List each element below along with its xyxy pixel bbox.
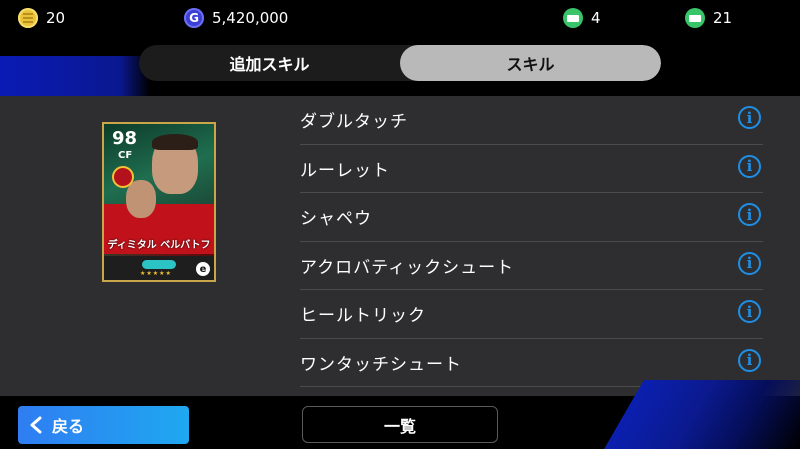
skill-label: アクロバティックシュート	[300, 257, 515, 278]
gp-counter: G 5,420,000	[184, 7, 288, 29]
ticket-a-counter: 4	[563, 7, 601, 29]
gp-icon: G	[184, 8, 204, 28]
skill-tabs: 追加スキル スキル	[139, 45, 661, 81]
info-icon[interactable]: i	[738, 251, 761, 275]
skill-list: ダブルタッチ i ルーレット i シャペウ i アクロバティックシュート i ヒ…	[300, 96, 763, 396]
player-position: CF	[118, 150, 133, 161]
card-stars: ★★★★★	[140, 270, 172, 277]
skill-label: シャペウ	[300, 209, 372, 230]
background-stripe-bottom	[560, 380, 800, 449]
skill-row[interactable]: ルーレット i	[300, 145, 763, 193]
skill-row[interactable]: シャペウ i	[300, 193, 763, 242]
brand-logo-icon: e	[196, 262, 210, 276]
chevron-left-icon	[26, 415, 46, 435]
ticket-icon	[563, 8, 583, 28]
gp-value: 5,420,000	[212, 9, 289, 27]
coin-icon	[18, 8, 38, 28]
back-button-label: 戻る	[52, 417, 85, 436]
ticket-b-counter: 21	[685, 7, 732, 29]
tab-skills[interactable]: スキル	[400, 45, 661, 81]
player-card[interactable]: 98 CF ディミタル ベルバトフ ★★★★★ e	[102, 122, 216, 282]
list-button[interactable]: 一覧	[302, 406, 498, 443]
info-icon[interactable]: i	[738, 348, 761, 372]
skill-row[interactable]: ヒールトリック i	[300, 290, 763, 339]
skills-panel: 98 CF ディミタル ベルバトフ ★★★★★ e ダブルタッチ i ルーレット…	[0, 96, 800, 396]
coin-value: 20	[46, 9, 66, 27]
info-icon[interactable]: i	[738, 203, 761, 226]
ticket-b-value: 21	[713, 9, 733, 27]
skill-row[interactable]: アクロバティックシュート i	[300, 242, 763, 290]
ticket-icon	[685, 8, 705, 28]
skill-label: ワンタッチシュート	[300, 354, 462, 375]
skill-row[interactable]: ダブルタッチ i	[300, 96, 763, 145]
ticket-a-value: 4	[591, 9, 601, 27]
player-rating: 98	[112, 128, 138, 149]
skill-label: ヒールトリック	[300, 306, 426, 327]
info-icon[interactable]: i	[738, 154, 761, 178]
info-icon[interactable]: i	[738, 106, 761, 129]
player-portrait-hair	[152, 134, 198, 150]
card-type-pill	[142, 260, 176, 269]
back-button[interactable]: 戻る	[18, 406, 189, 444]
info-icon[interactable]: i	[738, 300, 761, 323]
card-footer: ★★★★★ e	[104, 256, 214, 280]
currency-bar: 20 G 5,420,000 4 21	[0, 0, 800, 36]
player-portrait-secondary	[126, 180, 156, 218]
skill-label: ルーレット	[300, 160, 390, 181]
background-stripe-top	[0, 56, 150, 96]
player-name: ディミタル ベルバトフ	[107, 240, 211, 251]
club-crest-icon	[112, 166, 134, 188]
skill-label: ダブルタッチ	[300, 112, 408, 133]
tab-additional-skills[interactable]: 追加スキル	[139, 45, 400, 81]
coin-counter: 20	[18, 7, 65, 29]
